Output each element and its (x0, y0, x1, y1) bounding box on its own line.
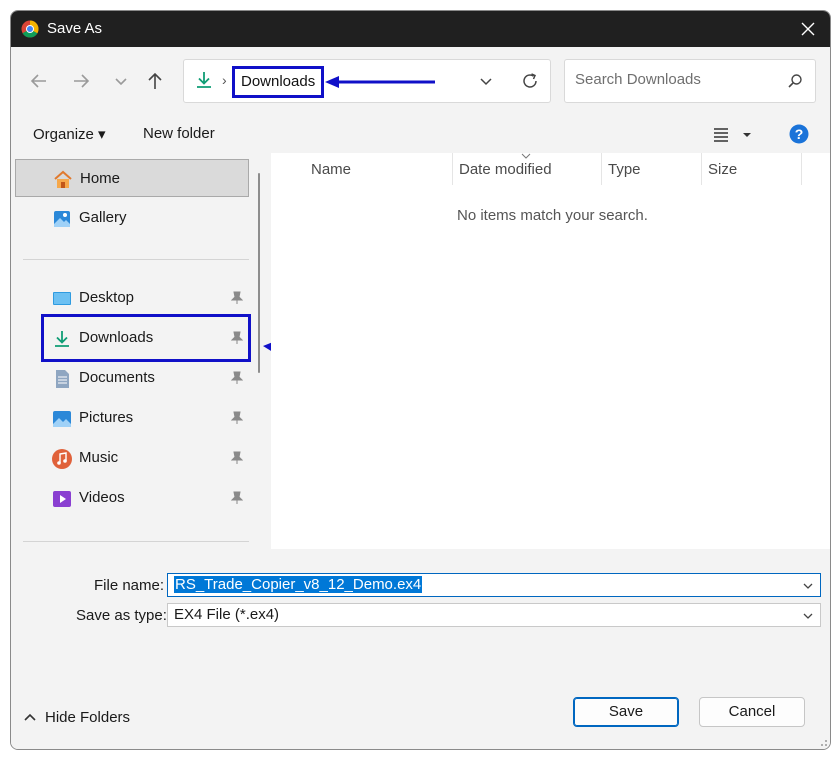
chevron-down-icon[interactable] (478, 73, 494, 89)
empty-message: No items match your search. (457, 207, 648, 224)
sidebar-item-gallery[interactable]: Gallery (15, 199, 249, 237)
sidebar-item-videos[interactable]: Videos (15, 479, 249, 517)
file-list: Name Date modified Type Size No items ma… (271, 153, 830, 549)
file-name-field[interactable]: RS_Trade_Copier_v8_12_Demo.ex4 (167, 573, 821, 597)
search-box[interactable] (564, 59, 816, 103)
home-icon (54, 170, 72, 188)
resize-grip-icon[interactable] (818, 737, 828, 747)
recent-locations-chevron-icon[interactable] (109, 69, 133, 93)
search-icon[interactable] (787, 73, 803, 89)
file-name-value[interactable]: RS_Trade_Copier_v8_12_Demo.ex4 (174, 576, 423, 593)
hide-folders-button[interactable]: Hide Folders (23, 709, 130, 726)
sidebar-item-documents[interactable]: Documents (15, 359, 249, 397)
pictures-icon (53, 411, 71, 427)
help-icon[interactable]: ? (789, 124, 809, 144)
sidebar-item-home[interactable]: Home (15, 159, 249, 197)
sidebar-item-label: Gallery (79, 209, 127, 226)
up-arrow-icon[interactable] (143, 69, 167, 93)
dialog-title: Save As (47, 20, 103, 37)
column-header-type[interactable]: Type (608, 161, 641, 178)
chevron-down-icon[interactable] (802, 610, 814, 622)
sort-indicator-icon (521, 153, 531, 159)
sidebar-divider (23, 259, 249, 260)
column-header-name[interactable]: Name (311, 161, 351, 178)
sidebar-item-label: Music (79, 449, 119, 466)
column-header-date-modified[interactable]: Date modified (459, 161, 552, 178)
documents-icon (56, 370, 69, 388)
column-header-size[interactable]: Size (708, 161, 737, 178)
download-icon (197, 72, 211, 88)
hide-folders-label: Hide Folders (45, 709, 131, 726)
videos-icon (53, 491, 71, 507)
new-folder-button[interactable]: New folder (143, 125, 215, 142)
chevron-up-icon (24, 713, 36, 721)
close-icon[interactable] (798, 19, 818, 39)
forward-arrow-icon[interactable] (69, 69, 93, 93)
save-as-dialog: Save As › Downloads Search Downloads Org… (10, 10, 831, 750)
file-name-label: File name: (94, 577, 165, 594)
sidebar-divider (23, 541, 249, 542)
annotation-highlight-box (41, 314, 251, 362)
search-input[interactable] (573, 70, 777, 89)
dialog-footer: Hide Folders Save Cancel (11, 671, 830, 749)
sidebar-item-music[interactable]: Music (15, 439, 249, 477)
refresh-icon[interactable] (520, 71, 540, 91)
title-bar: Save As (11, 11, 830, 47)
sidebar-item-label: Videos (79, 489, 125, 506)
gallery-icon (54, 211, 70, 227)
sidebar-item-label: Home (80, 170, 121, 187)
chrome-logo-icon (21, 20, 39, 38)
pin-icon[interactable] (231, 411, 243, 425)
chevron-down-icon[interactable] (802, 580, 814, 592)
command-bar: Organize ▾ New folder ? (11, 115, 830, 153)
sidebar-item-label: Desktop (79, 289, 135, 306)
cancel-button[interactable]: Cancel (699, 697, 805, 727)
svg-text:?: ? (795, 126, 804, 142)
organize-menu[interactable]: Organize ▾ (33, 125, 106, 143)
column-divider[interactable] (452, 153, 453, 185)
column-divider[interactable] (801, 153, 802, 185)
breadcrumb-separator: › (222, 72, 227, 88)
save-button[interactable]: Save (573, 697, 679, 727)
pin-icon[interactable] (231, 371, 243, 385)
address-row: › Downloads (11, 47, 830, 115)
pin-icon[interactable] (231, 291, 243, 305)
sidebar-item-label: Pictures (79, 409, 134, 426)
music-icon (52, 449, 72, 469)
pin-icon[interactable] (231, 451, 243, 465)
save-type-select[interactable]: EX4 File (*.ex4) (167, 603, 821, 627)
save-type-value: EX4 File (*.ex4) (174, 606, 280, 623)
annotation-arrow (325, 76, 435, 88)
save-type-label: Save as type: (76, 607, 167, 624)
save-fields: File name: RS_Trade_Copier_v8_12_Demo.ex… (11, 549, 830, 635)
view-options-icon[interactable] (713, 127, 759, 143)
sidebar-item-pictures[interactable]: Pictures (15, 399, 249, 437)
column-divider[interactable] (601, 153, 602, 185)
desktop-icon (53, 292, 71, 305)
breadcrumb-downloads[interactable]: Downloads (232, 66, 325, 98)
sidebar-item-desktop[interactable]: Desktop (15, 279, 249, 317)
column-divider[interactable] (701, 153, 702, 185)
pin-icon[interactable] (231, 491, 243, 505)
back-arrow-icon[interactable] (27, 69, 51, 93)
sidebar-item-label: Documents (79, 369, 155, 386)
